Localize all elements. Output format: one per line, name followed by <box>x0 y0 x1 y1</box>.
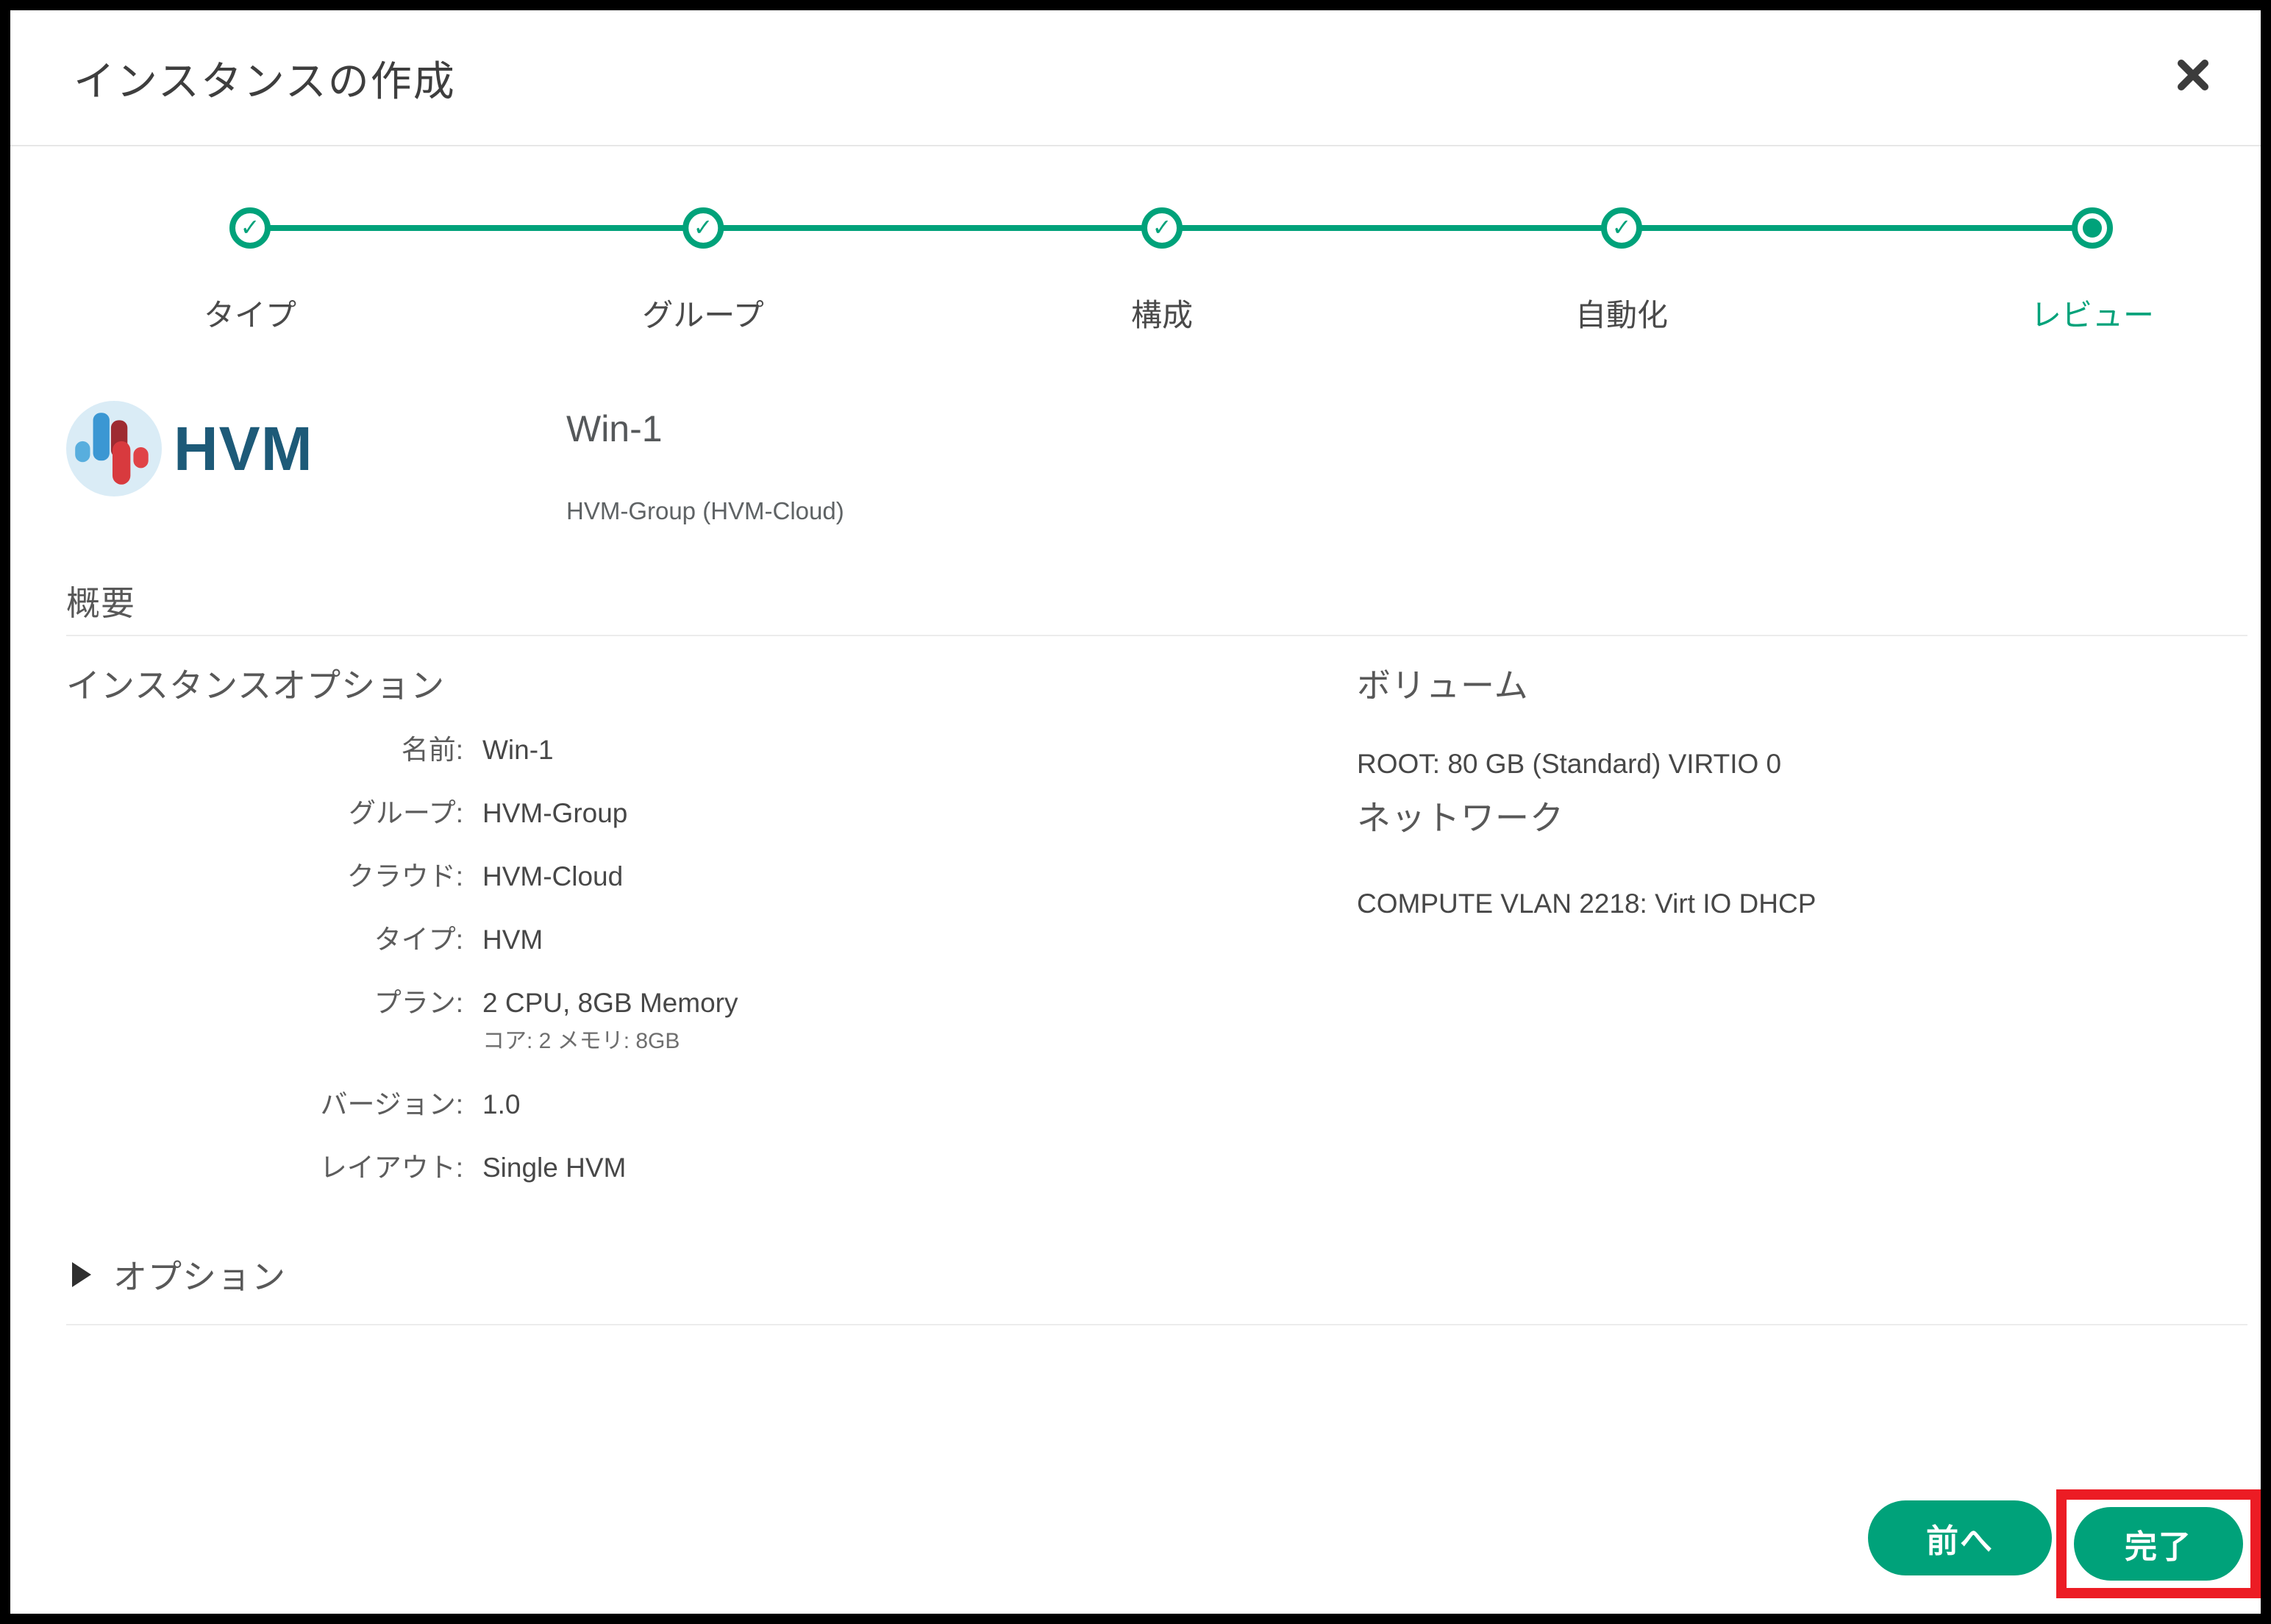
finish-button-highlight: 完了 <box>2056 1489 2261 1598</box>
summary-heading: 概要 <box>66 577 135 625</box>
check-icon: ✓ <box>1607 212 1636 241</box>
field-value: Single HVM <box>482 1152 626 1184</box>
instance-options-heading: インスタンスオプション <box>66 659 445 708</box>
step-review[interactable]: レビュー <box>2031 207 2154 335</box>
instance-subtitle: HVM-Group (HVM-Cloud) <box>566 497 844 525</box>
plan-detail: コア: 2 メモリ: 8GB <box>482 1025 738 1058</box>
networks-heading: ネットワーク <box>1357 791 2239 840</box>
disclosure-triangle-icon <box>72 1262 91 1287</box>
step-complete-icon: ✓ <box>682 207 724 249</box>
active-dot-icon <box>2083 218 2102 238</box>
field-label: グループ: <box>66 797 463 830</box>
volumes-heading: ボリューム <box>1357 659 2239 708</box>
step-label: グループ <box>642 291 763 335</box>
check-icon: ✓ <box>235 212 265 241</box>
instance-name: Win-1 <box>566 407 663 450</box>
field-label: タイプ: <box>66 924 463 956</box>
field-value: HVM <box>482 924 543 956</box>
options-disclosure[interactable]: オプション <box>72 1250 286 1299</box>
create-instance-modal: インスタンスの作成 ✓ タイプ ✓ グループ ✓ 構成 ✓ 自動化 レビュー <box>0 0 2271 1624</box>
field-row-name: 名前: Win-1 <box>66 734 1280 766</box>
footer-actions: 前へ 完了 <box>1868 1489 2261 1598</box>
step-complete-icon: ✓ <box>1141 207 1183 249</box>
field-row-layout: レイアウト: Single HVM <box>66 1152 1280 1184</box>
step-configure[interactable]: ✓ 構成 <box>1131 207 1193 335</box>
network-value: COMPUTE VLAN 2218: Virt IO DHCP <box>1357 888 2239 919</box>
step-label: 自動化 <box>1575 291 1668 335</box>
field-row-plan: プラン: 2 CPU, 8GB Memory コア: 2 メモリ: 8GB <box>66 987 1280 1058</box>
options-divider <box>66 1324 2247 1325</box>
logo-wordmark: HVM <box>174 413 313 485</box>
field-label: クラウド: <box>66 861 463 893</box>
step-label: タイプ <box>204 291 296 335</box>
field-value: Win-1 <box>482 734 554 766</box>
summary-divider <box>66 635 2247 636</box>
step-label: 構成 <box>1131 291 1193 335</box>
step-type[interactable]: ✓ タイプ <box>204 207 296 335</box>
plan-value: 2 CPU, 8GB Memory <box>482 987 738 1019</box>
back-button[interactable]: 前へ <box>1868 1500 2052 1575</box>
step-label: レビュー <box>2031 291 2154 335</box>
wizard-stepper: ✓ タイプ ✓ グループ ✓ 構成 ✓ 自動化 レビュー <box>10 10 2261 349</box>
options-label: オプション <box>113 1250 286 1299</box>
field-label: 名前: <box>66 734 463 766</box>
step-automation[interactable]: ✓ 自動化 <box>1575 207 1668 335</box>
field-value: 2 CPU, 8GB Memory コア: 2 メモリ: 8GB <box>482 987 738 1058</box>
check-icon: ✓ <box>688 212 718 241</box>
field-row-cloud: クラウド: HVM-Cloud <box>66 861 1280 893</box>
volume-root-value: ROOT: 80 GB (Standard) VIRTIO 0 <box>1357 749 2239 780</box>
field-row-group: グループ: HVM-Group <box>66 797 1280 830</box>
field-value: HVM-Group <box>482 797 627 830</box>
field-row-version: バージョン: 1.0 <box>66 1089 1280 1121</box>
step-complete-icon: ✓ <box>1601 207 1642 249</box>
step-group[interactable]: ✓ グループ <box>642 207 763 335</box>
field-label: レイアウト: <box>66 1152 463 1184</box>
field-row-type: タイプ: HVM <box>66 924 1280 956</box>
instance-options-list: 名前: Win-1 グループ: HVM-Group クラウド: HVM-Clou… <box>66 734 1280 1215</box>
step-active-icon <box>2072 207 2113 249</box>
step-complete-icon: ✓ <box>229 207 271 249</box>
volumes-networks-column: ボリューム ROOT: 80 GB (Standard) VIRTIO 0 ネッ… <box>1357 659 2239 919</box>
check-icon: ✓ <box>1147 212 1177 241</box>
hvm-logo <box>66 401 162 496</box>
field-label: プラン: <box>66 987 463 1058</box>
field-label: バージョン: <box>66 1089 463 1121</box>
finish-button[interactable]: 完了 <box>2074 1507 2243 1581</box>
field-value: 1.0 <box>482 1089 520 1121</box>
field-value: HVM-Cloud <box>482 861 623 893</box>
